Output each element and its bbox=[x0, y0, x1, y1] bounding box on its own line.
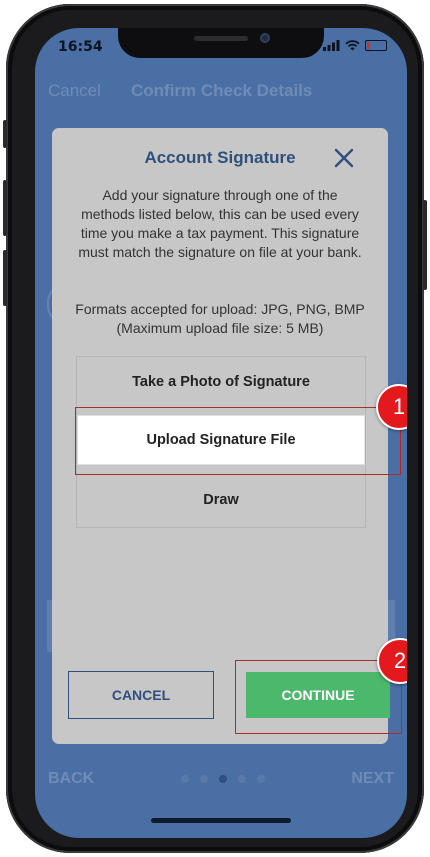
step-1-badge: 1 bbox=[376, 384, 407, 430]
pagination-dot bbox=[238, 775, 246, 783]
account-signature-modal: Account Signature Add your signature thr… bbox=[52, 128, 407, 744]
status-icons bbox=[323, 40, 387, 51]
power-button bbox=[423, 200, 427, 290]
screen: 16:54 Cancel Confirm Check Details BACK … bbox=[35, 28, 407, 838]
pagination-dot bbox=[200, 775, 208, 783]
continue-button[interactable]: CONTINUE bbox=[246, 672, 390, 718]
status-time: 16:54 bbox=[58, 39, 103, 55]
pagination-dot bbox=[181, 775, 189, 783]
phone-frame: 16:54 Cancel Confirm Check Details BACK … bbox=[3, 4, 427, 853]
mute-switch bbox=[3, 120, 7, 148]
back-button[interactable]: BACK bbox=[48, 770, 94, 788]
speaker bbox=[194, 36, 248, 41]
pagination-dots bbox=[181, 775, 265, 783]
home-indicator bbox=[151, 818, 291, 823]
signal-icon bbox=[323, 40, 340, 51]
header-cancel-button[interactable]: Cancel bbox=[48, 81, 101, 101]
header-title: Confirm Check Details bbox=[131, 81, 313, 100]
camera-icon bbox=[260, 33, 270, 43]
cancel-button[interactable]: CANCEL bbox=[68, 671, 214, 719]
wifi-icon bbox=[345, 40, 360, 51]
volume-up-button bbox=[3, 180, 7, 236]
draw-option[interactable]: Draw bbox=[77, 475, 365, 525]
take-photo-option[interactable]: Take a Photo of Signature bbox=[77, 357, 365, 407]
signature-method-list: Take a Photo of Signature Upload Signatu… bbox=[76, 356, 366, 528]
notch bbox=[118, 28, 324, 58]
app-header: Cancel Confirm Check Details bbox=[35, 78, 407, 108]
pagination-dot-active bbox=[219, 775, 227, 783]
volume-down-button bbox=[3, 250, 7, 306]
battery-icon bbox=[365, 40, 387, 51]
modal-description: Add your signature through one of the me… bbox=[78, 187, 362, 260]
modal-formats-info: Formats accepted for upload: JPG, PNG, B… bbox=[75, 301, 365, 336]
upload-signature-file-option[interactable]: Upload Signature File bbox=[77, 415, 365, 465]
next-button[interactable]: NEXT bbox=[351, 770, 394, 788]
footer-nav: BACK NEXT bbox=[35, 770, 407, 794]
pagination-dot bbox=[257, 775, 265, 783]
status-bar: 16:54 bbox=[35, 28, 407, 68]
close-icon[interactable] bbox=[332, 146, 356, 170]
